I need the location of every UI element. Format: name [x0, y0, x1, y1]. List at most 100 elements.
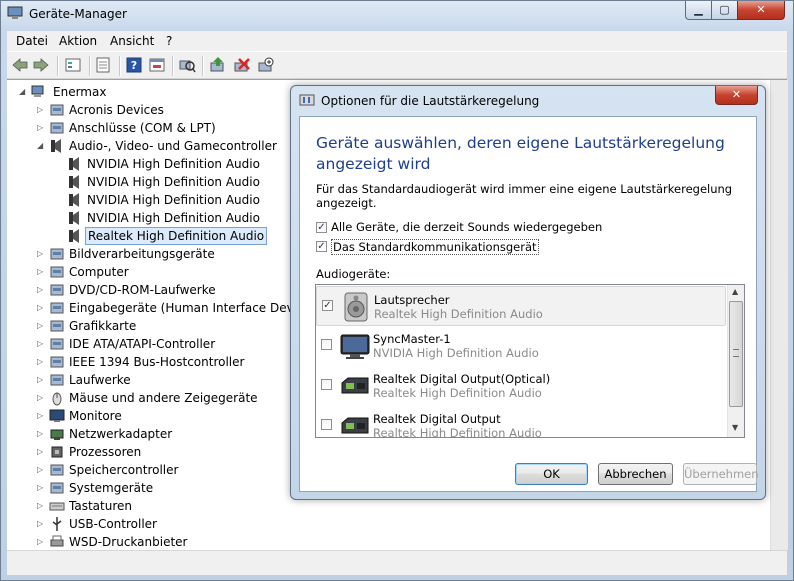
tree-item-label: Prozessoren: [69, 445, 142, 459]
maximize-button[interactable]: ▢: [711, 1, 738, 20]
status-bar: [7, 550, 787, 575]
chevron-right-icon[interactable]: ▷: [37, 412, 45, 420]
chevron-down-icon[interactable]: ◢: [19, 88, 27, 96]
chevron-right-icon[interactable]: ▷: [37, 538, 45, 546]
chevron-right-icon[interactable]: ▷: [37, 124, 45, 132]
speaker-icon: [69, 175, 79, 189]
speaker-icon: [69, 229, 79, 243]
toolbar: ?: [7, 51, 787, 79]
computer-icon: [50, 266, 64, 278]
device-name: Realtek Digital Output: [373, 412, 501, 426]
tree-item-label: IEEE 1394 Bus-Hostcontroller: [69, 355, 245, 369]
chevron-right-icon[interactable]: ▷: [37, 502, 45, 510]
forward-arrow-icon[interactable]: [32, 57, 50, 73]
chevron-right-icon[interactable]: ▷: [37, 430, 45, 438]
device-checkbox[interactable]: [321, 379, 332, 390]
device-item-lautsprecher[interactable]: ✓ Lautsprecher Realtek High Definition A…: [316, 286, 726, 326]
chevron-right-icon[interactable]: ▷: [37, 268, 45, 276]
storage-controller-icon: [50, 464, 64, 476]
help-icon[interactable]: ?: [125, 57, 143, 73]
speaker-device-icon: [344, 292, 368, 322]
scan-hardware-icon[interactable]: [178, 57, 196, 73]
tree-item-label: Anschlüsse (COM & LPT): [69, 121, 216, 135]
cancel-button[interactable]: Abbrechen: [598, 463, 673, 485]
chevron-right-icon[interactable]: ▷: [37, 376, 45, 384]
tree-item-label: NVIDIA High Definition Audio: [87, 157, 260, 171]
update-driver-icon[interactable]: [209, 57, 227, 73]
tree-item-label: NVIDIA High Definition Audio: [87, 211, 260, 225]
device-item-syncmaster[interactable]: SyncMaster-1 NVIDIA High Definition Audi…: [316, 326, 726, 366]
tree-item-label: Speichercontroller: [69, 463, 179, 477]
properties-icon[interactable]: [94, 57, 112, 73]
tree-item-label: Mäuse und andere Zeigegeräte: [69, 391, 258, 405]
disable-device-icon[interactable]: [257, 57, 275, 73]
chevron-right-icon[interactable]: ▷: [37, 304, 45, 312]
apply-button[interactable]: Übernehmen: [683, 463, 759, 485]
volume-options-icon: [299, 94, 315, 106]
device-icon: [50, 104, 64, 116]
system-device-icon: [50, 482, 64, 494]
speaker-icon: [69, 211, 79, 225]
chevron-right-icon[interactable]: ▷: [37, 466, 45, 474]
speaker-icon: [51, 139, 61, 153]
device-name: SyncMaster-1: [373, 332, 451, 346]
chevron-right-icon[interactable]: ▷: [37, 448, 45, 456]
menu-ansicht[interactable]: Ansicht: [110, 34, 154, 48]
tree-item-label: Computer: [69, 265, 129, 279]
chevron-right-icon[interactable]: ▷: [37, 358, 45, 366]
chevron-right-icon[interactable]: ▷: [37, 484, 45, 492]
device-subtitle: Realtek High Definition Audio: [373, 386, 542, 400]
action-view-icon[interactable]: [148, 57, 166, 73]
device-list-scrollbar[interactable]: ▲ ▼: [727, 285, 744, 437]
uninstall-icon[interactable]: [233, 57, 251, 73]
window-title: Geräte-Manager: [29, 7, 127, 21]
volume-options-dialog: Optionen für die Lautstärkeregelung ✕ Ge…: [290, 85, 766, 500]
default-comm-device-checkbox[interactable]: ✓: [316, 241, 327, 252]
port-icon: [50, 122, 64, 134]
svg-text:?: ?: [131, 59, 137, 72]
audio-device-list: ✓ Lautsprecher Realtek High Definition A…: [315, 284, 745, 438]
close-button[interactable]: ✕: [737, 1, 785, 20]
chevron-right-icon[interactable]: ▷: [37, 286, 45, 294]
menu-datei[interactable]: Datei: [16, 34, 48, 48]
mouse-icon: [52, 392, 62, 406]
tree-item-label: Laufwerke: [69, 373, 131, 387]
menu-aktion[interactable]: Aktion: [59, 34, 97, 48]
disk-icon: [50, 374, 64, 386]
chevron-right-icon[interactable]: ▷: [37, 520, 45, 528]
tree-item-label: Realtek High Definition Audio: [85, 227, 268, 245]
usb-icon: [52, 517, 62, 531]
tree-item-label: Enermax: [53, 85, 107, 99]
scroll-thumb[interactable]: [729, 301, 743, 407]
chevron-right-icon[interactable]: ▷: [37, 340, 45, 348]
chevron-right-icon[interactable]: ▷: [37, 394, 45, 402]
camera-icon: [50, 248, 64, 260]
scroll-up-icon[interactable]: ▲: [732, 287, 738, 296]
chevron-right-icon[interactable]: ▷: [37, 106, 45, 114]
scroll-down-icon[interactable]: ▼: [732, 423, 738, 432]
device-checkbox[interactable]: ✓: [322, 300, 333, 311]
minimize-button[interactable]: ▁: [685, 1, 712, 20]
dialog-close-button[interactable]: ✕: [715, 86, 758, 105]
menu-help[interactable]: ?: [166, 34, 172, 48]
device-subtitle: NVIDIA High Definition Audio: [373, 346, 539, 360]
device-checkbox[interactable]: [321, 419, 332, 430]
device-item-digital-optical[interactable]: Realtek Digital Output(Optical) Realtek …: [316, 366, 726, 406]
digital-output-icon: [341, 417, 369, 434]
chevron-down-icon[interactable]: ◢: [37, 142, 45, 150]
chevron-right-icon[interactable]: ▷: [37, 322, 45, 330]
device-checkbox[interactable]: [321, 339, 332, 350]
tree-item-label: Netzwerkadapter: [69, 427, 173, 441]
all-devices-checkbox[interactable]: ✓: [316, 222, 327, 233]
back-arrow-icon[interactable]: [11, 57, 29, 73]
monitor-device-icon: [340, 334, 370, 359]
device-item-digital-output[interactable]: Realtek Digital Output Realtek High Defi…: [316, 406, 726, 437]
chevron-right-icon[interactable]: ▷: [37, 250, 45, 258]
tree-item-label: WSD-Druckanbieter: [69, 535, 188, 549]
tree-item-label: Eingabegeräte (Human Interface Devices): [69, 301, 322, 315]
tree-item-label: NVIDIA High Definition Audio: [87, 175, 260, 189]
ok-button[interactable]: OK: [515, 463, 588, 485]
firewire-icon: [50, 356, 64, 368]
tree-view-icon[interactable]: [64, 57, 82, 73]
main-vertical-scrollbar[interactable]: [770, 80, 788, 550]
